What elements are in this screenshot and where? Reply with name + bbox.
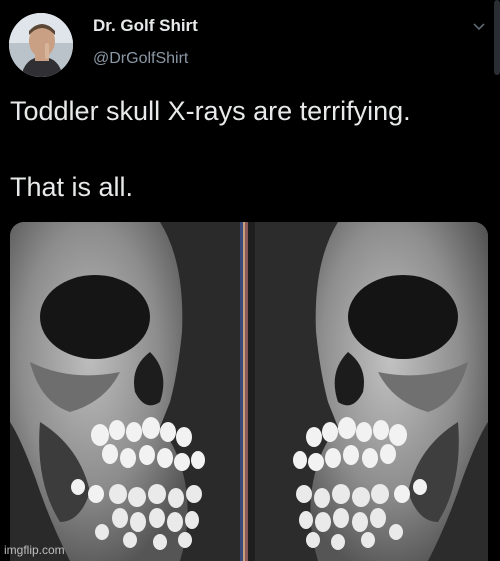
xray-image — [10, 222, 488, 561]
tweet-media-image[interactable] — [10, 222, 488, 561]
avatar-image — [9, 13, 73, 77]
author-name[interactable]: Dr. Golf Shirt — [93, 16, 198, 36]
chevron-down-icon[interactable] — [470, 18, 488, 36]
author-handle[interactable]: @DrGolfShirt — [93, 50, 188, 68]
imgflip-watermark: imgflip.com — [4, 543, 65, 557]
avatar[interactable] — [9, 13, 73, 77]
tweet-text-line-2: That is all. — [10, 172, 134, 202]
scrollbar[interactable] — [494, 0, 500, 75]
tweet-card: Dr. Golf Shirt @DrGolfShirt Toddler skul… — [0, 0, 500, 561]
tweet-text-line-1: Toddler skull X-rays are terrifying. — [10, 96, 411, 126]
